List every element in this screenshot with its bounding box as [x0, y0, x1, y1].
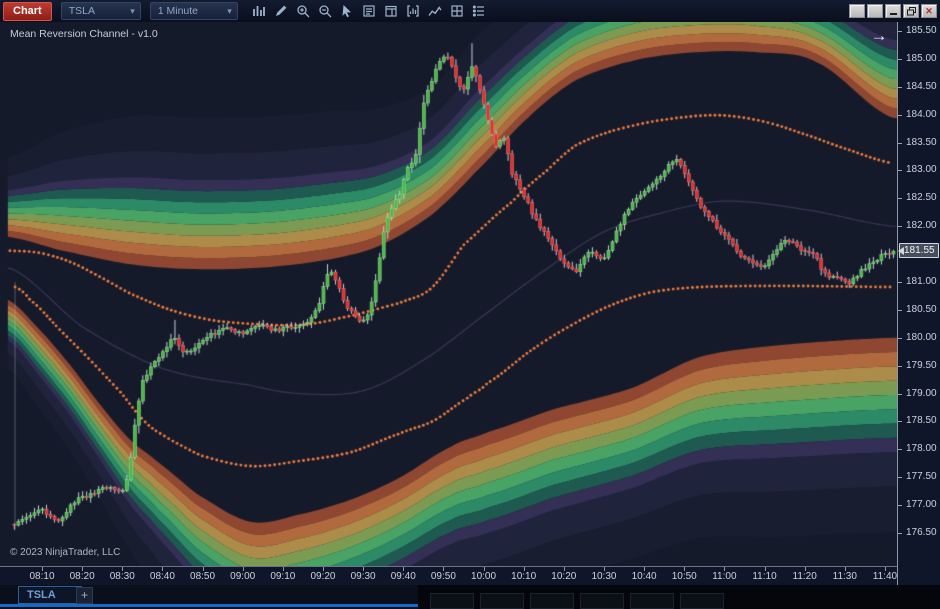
window-button-blank[interactable] — [849, 4, 865, 18]
time-tick-label: 08:40 — [144, 571, 180, 582]
time-tick-label: 08:30 — [104, 571, 140, 582]
symbol-dropdown[interactable]: TSLA ▾ — [61, 2, 141, 20]
time-tick-label: 10:40 — [626, 571, 662, 582]
time-tick-label: 11:00 — [706, 571, 742, 582]
draw-icon[interactable] — [272, 2, 290, 20]
price-tick — [898, 115, 902, 116]
data-box-icon[interactable] — [360, 2, 378, 20]
price-tick-label: 184.00 — [906, 109, 937, 120]
price-tick-label: 181.00 — [906, 276, 937, 287]
close-icon[interactable]: ✕ — [921, 4, 937, 18]
last-price-marker: 181.55 — [899, 243, 939, 258]
toolbar: Chart TSLA ▾ 1 Minute ▾ — [0, 0, 940, 23]
time-tick-label: 09:50 — [425, 571, 461, 582]
price-tick — [898, 59, 902, 60]
price-tick-label: 185.00 — [906, 53, 937, 64]
add-tab-button[interactable]: + — [76, 587, 93, 604]
time-tick-label: 08:10 — [24, 571, 60, 582]
price-tick-label: 177.00 — [906, 499, 937, 510]
price-tick-label: 185.50 — [906, 25, 937, 36]
price-tick-label: 182.50 — [906, 192, 937, 203]
time-tick-label: 11:30 — [827, 571, 863, 582]
bar-type-icon[interactable] — [250, 2, 268, 20]
chevron-down-icon: ▾ — [130, 6, 135, 17]
price-tick-label: 177.50 — [906, 471, 937, 482]
time-tick-label: 09:20 — [305, 571, 341, 582]
last-price-value: 181.55 — [904, 245, 935, 256]
interval-value: 1 Minute — [158, 5, 198, 17]
time-tick-label: 08:20 — [64, 571, 100, 582]
panels-icon[interactable] — [382, 2, 400, 20]
scroll-to-latest-button[interactable]: → — [866, 25, 892, 47]
price-tick-label: 179.50 — [906, 360, 937, 371]
price-tick — [898, 533, 902, 534]
zoom-in-icon[interactable] — [294, 2, 312, 20]
time-tick-label: 10:50 — [666, 571, 702, 582]
price-tick — [898, 198, 902, 199]
price-tick-label: 178.00 — [906, 443, 937, 454]
price-tick — [898, 282, 902, 283]
window-controls: ✕ — [849, 4, 937, 18]
grid-icon[interactable] — [448, 2, 466, 20]
taskbar-strip — [418, 585, 940, 609]
price-tick — [898, 31, 902, 32]
price-tick-label: 184.50 — [906, 81, 937, 92]
toolbar-icons — [250, 2, 488, 20]
chart-region-icon[interactable] — [404, 2, 422, 20]
tab-bar: TSLA + — [0, 585, 418, 604]
price-tick — [898, 421, 902, 422]
window-accent-line — [0, 604, 418, 607]
time-tick-label: 10:10 — [506, 571, 542, 582]
price-tick — [898, 394, 902, 395]
price-tick-label: 179.00 — [906, 388, 937, 399]
time-tick-label: 11:20 — [787, 571, 823, 582]
price-tick — [898, 226, 902, 227]
price-tick — [898, 449, 902, 450]
price-tick — [898, 143, 902, 144]
copyright-label: © 2023 NinjaTrader, LLC — [10, 547, 120, 558]
price-tick — [898, 87, 902, 88]
price-tick — [898, 170, 902, 171]
chevron-down-icon: ▾ — [227, 6, 232, 17]
price-tick-label: 183.00 — [906, 164, 937, 175]
window-button-blank[interactable] — [867, 4, 883, 18]
time-tick-label: 09:40 — [385, 571, 421, 582]
time-tick-label: 10:20 — [546, 571, 582, 582]
time-tick-label: 09:10 — [265, 571, 301, 582]
chart-tab[interactable]: Chart — [3, 2, 52, 21]
time-tick-label: 09:00 — [225, 571, 261, 582]
price-tick — [898, 505, 902, 506]
properties-icon[interactable] — [470, 2, 488, 20]
minimize-icon[interactable] — [885, 4, 901, 18]
time-tick-label: 08:50 — [185, 571, 221, 582]
cursor-icon[interactable] — [338, 2, 356, 20]
indicator-label: Mean Reversion Channel - v1.0 — [10, 28, 158, 40]
price-tick-label: 180.50 — [906, 304, 937, 315]
time-tick-label: 10:30 — [586, 571, 622, 582]
ninjatrader-window: Chart TSLA ▾ 1 Minute ▾ — [0, 0, 940, 609]
price-axis[interactable]: 185.50 185.00 184.50 184.00 183.50 183.00 182.… — [897, 22, 940, 585]
time-axis[interactable]: 08:10 08:20 08:30 08:40 08:50 09:00 09:10 09:20… — [0, 566, 897, 586]
price-tick — [898, 366, 902, 367]
price-chart-canvas[interactable] — [0, 22, 897, 566]
symbol-value: TSLA — [69, 5, 95, 17]
price-tick-label: 178.50 — [906, 415, 937, 426]
price-tick-label: 176.50 — [906, 527, 937, 538]
price-tick — [898, 310, 902, 311]
interval-dropdown[interactable]: 1 Minute ▾ — [150, 2, 238, 20]
restore-icon[interactable] — [903, 4, 919, 18]
tab-tsla[interactable]: TSLA — [18, 586, 82, 604]
time-tick-label: 11:40 — [867, 571, 903, 582]
price-tick-label: 183.50 — [906, 137, 937, 148]
time-tick-label: 09:30 — [345, 571, 381, 582]
price-tick — [898, 338, 902, 339]
price-tick-label: 180.00 — [906, 332, 937, 343]
time-tick-label: 10:00 — [466, 571, 502, 582]
time-tick-label: 11:10 — [747, 571, 783, 582]
price-tick — [898, 477, 902, 478]
zoom-out-icon[interactable] — [316, 2, 334, 20]
price-tick-label: 182.00 — [906, 220, 937, 231]
indicators-icon[interactable] — [426, 2, 444, 20]
